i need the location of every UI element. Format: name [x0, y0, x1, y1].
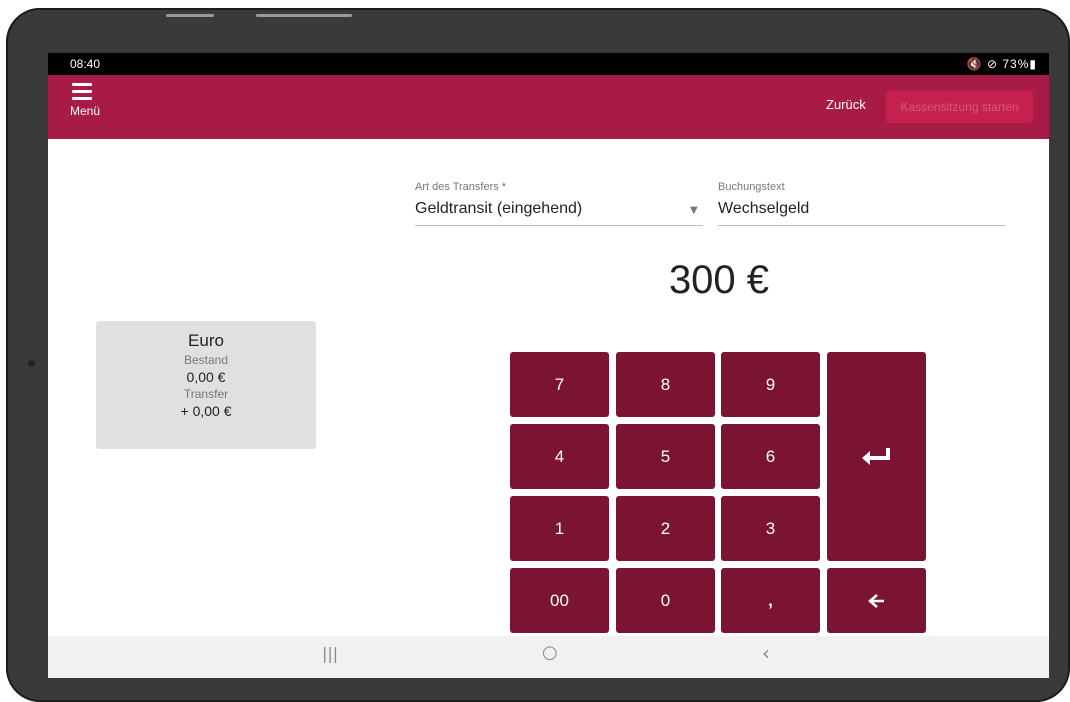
key-3[interactable]: 3	[721, 496, 820, 561]
home-icon[interactable]: ○	[542, 642, 558, 663]
recents-icon[interactable]: |||	[322, 644, 338, 663]
camera-icon	[28, 360, 35, 367]
tablet-frame: 08:40 🔇 ⊘ 73%▮ Menü Zurück Kassensitzung…	[6, 8, 1070, 702]
transfer-label: Transfer	[183, 387, 229, 401]
key-7[interactable]: 7	[510, 352, 609, 417]
currency-card[interactable]: Euro Bestand 0,00 € Transfer + 0,00 €	[96, 321, 316, 449]
status-time: 08:40	[70, 57, 101, 71]
stock-value: 0,00 €	[186, 369, 226, 385]
key-00[interactable]: 00	[510, 568, 609, 633]
stock-label: Bestand	[183, 353, 229, 367]
transfer-type-label: Art des Transfers *	[415, 181, 507, 193]
amount-display: 300 €	[668, 258, 770, 302]
currency-name: Euro	[188, 331, 224, 350]
transfer-value: + 0,00 €	[180, 403, 232, 419]
system-nav-bar: ||| ○ ‹	[48, 636, 1049, 678]
key-8[interactable]: 8	[616, 352, 715, 417]
menu-label: Menü	[70, 104, 101, 118]
status-bar: 08:40 🔇 ⊘ 73%▮	[48, 53, 1049, 75]
device-button	[256, 14, 352, 17]
menu-button[interactable]: Menü	[70, 79, 106, 125]
start-session-button[interactable]: Kassensitzung starten	[886, 91, 1033, 123]
transfer-type-underline	[415, 225, 703, 226]
nav-back-icon[interactable]: ‹	[762, 641, 770, 665]
status-icons: 🔇 ⊘ 73%▮	[966, 57, 1037, 71]
screen: 08:40 🔇 ⊘ 73%▮ Menü Zurück Kassensitzung…	[48, 53, 1049, 678]
key-9[interactable]: 9	[721, 352, 820, 417]
booking-text-input[interactable]: Wechselgeld	[718, 200, 809, 218]
device-button	[166, 14, 214, 17]
key-5[interactable]: 5	[616, 424, 715, 489]
hamburger-menu-icon	[72, 83, 92, 100]
back-arrow-icon	[867, 593, 884, 608]
transfer-type-value[interactable]: Geldtransit (eingehend)	[415, 200, 582, 218]
key-6[interactable]: 6	[721, 424, 820, 489]
key-4[interactable]: 4	[510, 424, 609, 489]
booking-text-label: Buchungstext	[718, 181, 785, 193]
booking-text-underline	[718, 225, 1005, 226]
app-header: Menü Zurück Kassensitzung starten	[48, 75, 1049, 139]
enter-arrow-icon	[861, 447, 890, 465]
key-1[interactable]: 1	[510, 496, 609, 561]
key-comma[interactable]: ,	[721, 568, 820, 633]
chevron-down-icon[interactable]: ▼	[690, 205, 698, 216]
back-link[interactable]: Zurück	[826, 97, 866, 112]
key-0[interactable]: 0	[616, 568, 715, 633]
enter-button[interactable]	[827, 352, 926, 561]
backspace-button[interactable]	[827, 568, 926, 633]
key-2[interactable]: 2	[616, 496, 715, 561]
